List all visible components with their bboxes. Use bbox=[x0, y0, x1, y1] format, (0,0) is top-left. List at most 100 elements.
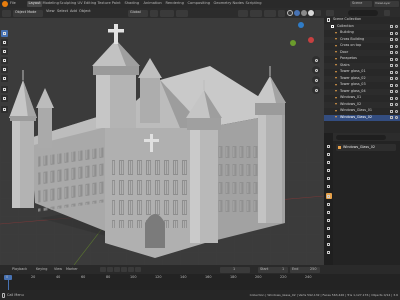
pivot-point-button[interactable] bbox=[150, 9, 158, 17]
render-toggle-icon[interactable] bbox=[390, 77, 393, 81]
filter-icon[interactable] bbox=[384, 9, 390, 16]
menu-object[interactable]: Object bbox=[79, 9, 91, 14]
visibility-toggle-icon[interactable] bbox=[394, 64, 398, 68]
menu-file[interactable]: File bbox=[10, 1, 16, 5]
visibility-toggle-icon[interactable] bbox=[394, 116, 398, 120]
render-toggle-icon[interactable] bbox=[390, 31, 393, 35]
tab-animation[interactable]: Animation bbox=[142, 1, 163, 7]
menu-playback[interactable]: Playback bbox=[12, 267, 27, 271]
scene-properties-icon[interactable] bbox=[326, 175, 332, 181]
add-cube-tool-icon[interactable] bbox=[1, 106, 8, 113]
play-icon[interactable] bbox=[121, 267, 127, 272]
outliner-editor-type-button[interactable] bbox=[326, 9, 334, 16]
render-toggle-icon[interactable] bbox=[390, 70, 393, 74]
tab-uv-editing[interactable]: UV Editing bbox=[76, 1, 98, 7]
gizmo-toggle-button[interactable] bbox=[250, 9, 262, 17]
zoom-view-icon[interactable] bbox=[312, 56, 320, 64]
current-frame-field[interactable]: 1 bbox=[220, 266, 250, 273]
visibility-button[interactable] bbox=[238, 9, 248, 17]
blender-logo-icon[interactable] bbox=[2, 1, 8, 7]
tool-properties-icon[interactable] bbox=[326, 143, 332, 149]
play-reverse-icon[interactable] bbox=[114, 267, 120, 272]
navigation-gizmo[interactable] bbox=[286, 22, 316, 52]
texture-properties-icon[interactable] bbox=[326, 249, 332, 255]
pan-view-icon[interactable] bbox=[312, 66, 320, 74]
tab-rendering[interactable]: Rendering bbox=[164, 1, 185, 7]
outliner-search-input[interactable] bbox=[348, 9, 378, 16]
render-toggle-icon[interactable] bbox=[390, 103, 393, 107]
render-toggle-icon[interactable] bbox=[390, 116, 393, 120]
menu-marker[interactable]: Marker bbox=[66, 267, 78, 271]
material-properties-icon[interactable] bbox=[326, 241, 332, 247]
data-properties-icon[interactable] bbox=[326, 233, 332, 239]
shading-rendered-button[interactable] bbox=[308, 10, 314, 16]
visibility-toggle-icon[interactable] bbox=[394, 96, 398, 100]
shading-options-button[interactable] bbox=[315, 10, 321, 16]
rotate-tool-icon[interactable] bbox=[1, 57, 8, 64]
scale-tool-icon[interactable] bbox=[1, 66, 8, 73]
end-frame-field[interactable]: End 250 bbox=[290, 266, 320, 273]
particles-properties-icon[interactable] bbox=[326, 209, 332, 215]
gizmo-x-axis-icon[interactable] bbox=[308, 37, 314, 43]
overlay-toggle-button[interactable] bbox=[264, 9, 276, 17]
render-toggle-icon[interactable] bbox=[390, 96, 393, 100]
tab-layout[interactable]: Layout bbox=[27, 1, 43, 7]
visibility-toggle-icon[interactable] bbox=[394, 90, 398, 94]
render-toggle-icon[interactable] bbox=[390, 109, 393, 113]
transform-tool-icon[interactable] bbox=[1, 75, 8, 82]
select-tool-icon[interactable] bbox=[1, 30, 8, 37]
move-tool-icon[interactable] bbox=[1, 48, 8, 55]
render-properties-icon[interactable] bbox=[326, 151, 332, 157]
transform-orientation-dropdown[interactable]: Global bbox=[128, 9, 148, 17]
view-layer-properties-icon[interactable] bbox=[326, 167, 332, 173]
jump-start-icon[interactable] bbox=[100, 267, 106, 272]
render-toggle-icon[interactable] bbox=[390, 83, 393, 87]
xray-toggle-button[interactable] bbox=[278, 9, 285, 17]
gizmo-y-axis-icon[interactable] bbox=[290, 40, 296, 46]
object-name-field[interactable]: Windows_Glass_02 bbox=[336, 144, 396, 151]
tab-compositing[interactable]: Compositing bbox=[186, 1, 212, 7]
tab-texture-paint[interactable]: Texture Paint bbox=[96, 1, 122, 7]
render-toggle-icon[interactable] bbox=[390, 57, 393, 61]
mode-dropdown[interactable]: Object Mode bbox=[13, 9, 43, 17]
render-toggle-icon[interactable] bbox=[390, 25, 393, 29]
physics-properties-icon[interactable] bbox=[326, 217, 332, 223]
tab-sculpting[interactable]: Sculpting bbox=[58, 1, 78, 7]
visibility-toggle-icon[interactable] bbox=[394, 83, 398, 87]
scene-selector[interactable]: Scene bbox=[350, 1, 372, 7]
timeline-track[interactable]: 0 20 40 60 80 100 120 140 160 180 200 22… bbox=[0, 274, 400, 290]
menu-add[interactable]: Add bbox=[70, 9, 77, 14]
properties-search-input[interactable] bbox=[336, 134, 386, 140]
render-toggle-icon[interactable] bbox=[390, 64, 393, 68]
outliner-item-windows-glass-02[interactable]: Windows_Glass_02 bbox=[324, 114, 400, 121]
render-toggle-icon[interactable] bbox=[390, 44, 393, 48]
modifier-properties-icon[interactable] bbox=[326, 201, 332, 207]
start-frame-field[interactable]: Start 1 bbox=[258, 266, 288, 273]
render-toggle-icon[interactable] bbox=[390, 38, 393, 42]
visibility-toggle-icon[interactable] bbox=[394, 51, 398, 55]
snap-button[interactable] bbox=[160, 9, 174, 17]
view-layer-selector[interactable]: ViewLayer bbox=[374, 1, 399, 7]
object-properties-icon[interactable] bbox=[325, 193, 332, 199]
visibility-toggle-icon[interactable] bbox=[394, 70, 398, 74]
visibility-toggle-icon[interactable] bbox=[394, 44, 398, 48]
constraints-properties-icon[interactable] bbox=[326, 225, 332, 231]
next-keyframe-icon[interactable] bbox=[128, 267, 134, 272]
menu-keying[interactable]: Keying bbox=[36, 267, 47, 271]
measure-tool-icon[interactable] bbox=[1, 95, 8, 102]
visibility-toggle-icon[interactable] bbox=[394, 38, 398, 42]
prev-keyframe-icon[interactable] bbox=[107, 267, 113, 272]
jump-end-icon[interactable] bbox=[135, 267, 141, 272]
visibility-toggle-icon[interactable] bbox=[394, 103, 398, 107]
visibility-toggle-icon[interactable] bbox=[394, 109, 398, 113]
menu-view[interactable]: View bbox=[46, 9, 55, 14]
visibility-toggle-icon[interactable] bbox=[394, 25, 398, 29]
shading-wireframe-button[interactable] bbox=[287, 10, 293, 16]
menu-select[interactable]: Select bbox=[57, 9, 68, 14]
shading-material-button[interactable] bbox=[301, 10, 307, 16]
output-properties-icon[interactable] bbox=[326, 159, 332, 165]
perspective-toggle-icon[interactable] bbox=[312, 86, 320, 94]
tab-scripting[interactable]: Scripting bbox=[244, 1, 263, 7]
gizmo-z-axis-icon[interactable] bbox=[298, 22, 304, 28]
visibility-toggle-icon[interactable] bbox=[394, 31, 398, 35]
